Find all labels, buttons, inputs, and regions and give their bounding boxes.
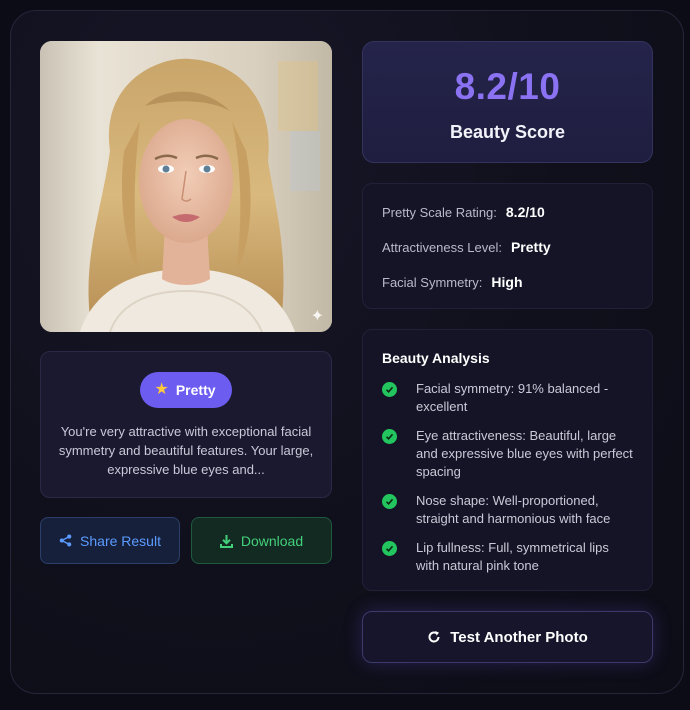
rating-value: Pretty <box>510 239 551 255</box>
test-another-photo-label: Test Another Photo <box>450 628 588 646</box>
check-circle-icon <box>382 429 397 444</box>
rating-badge: ★ Pretty <box>140 372 232 408</box>
result-summary-card: ★ Pretty You're very attractive with exc… <box>40 351 332 498</box>
rating-details-card: Pretty Scale Rating: 8.2/10 Attractivene… <box>362 183 653 309</box>
check-circle-icon <box>382 494 397 509</box>
test-another-photo-button[interactable]: Test Another Photo <box>362 611 653 663</box>
beauty-score-value: 8.2/10 <box>454 66 561 107</box>
result-summary-text: You're very attractive with exceptional … <box>58 424 314 477</box>
analysis-item-text: Facial symmetry: 91% balanced - excellen… <box>416 381 609 414</box>
rating-label: Pretty Scale Rating: <box>382 205 497 220</box>
check-circle-icon <box>382 541 397 556</box>
download-button[interactable]: Download <box>191 517 332 564</box>
uploaded-photo: ✦ <box>40 41 332 332</box>
analysis-item: Eye attractiveness: Beautiful, large and… <box>382 427 633 481</box>
beauty-score-card: 8.2/10 Beauty Score <box>362 41 653 163</box>
refresh-icon <box>428 631 440 643</box>
download-icon <box>219 534 233 548</box>
rating-value: High <box>491 274 523 290</box>
rating-row-symmetry: Facial Symmetry: High <box>382 274 633 309</box>
sparkle-icon: ✦ <box>310 308 324 325</box>
share-icon <box>59 534 72 547</box>
rating-label: Facial Symmetry: <box>382 275 483 290</box>
share-result-label: Share Result <box>80 532 161 549</box>
star-icon: ★ <box>154 381 169 398</box>
beauty-score-label: Beauty Score <box>449 122 566 142</box>
rating-row-pretty-scale: Pretty Scale Rating: 8.2/10 <box>382 204 633 239</box>
analysis-item-text: Eye attractiveness: Beautiful, large and… <box>416 428 633 479</box>
download-label: Download <box>240 532 304 549</box>
check-circle-icon <box>382 382 397 397</box>
share-result-button[interactable]: Share Result <box>40 517 180 564</box>
analysis-item-text: Lip fullness: Full, symmetrical lips wit… <box>416 540 609 573</box>
rating-value: 8.2/10 <box>505 204 545 220</box>
analysis-item-text: Nose shape: Well-proportioned, straight … <box>416 493 611 526</box>
analysis-item: Nose shape: Well-proportioned, straight … <box>382 492 633 528</box>
rating-row-attractiveness: Attractiveness Level: Pretty <box>382 239 633 274</box>
beauty-analysis-card: Beauty Analysis Facial symmetry: 91% bal… <box>362 329 653 591</box>
beauty-analysis-title: Beauty Analysis <box>382 350 490 366</box>
analysis-item: Lip fullness: Full, symmetrical lips wit… <box>382 539 633 575</box>
rating-label: Attractiveness Level: <box>382 240 502 255</box>
analysis-item: Facial symmetry: 91% balanced - excellen… <box>382 380 633 416</box>
rating-badge-label: Pretty <box>175 382 216 398</box>
